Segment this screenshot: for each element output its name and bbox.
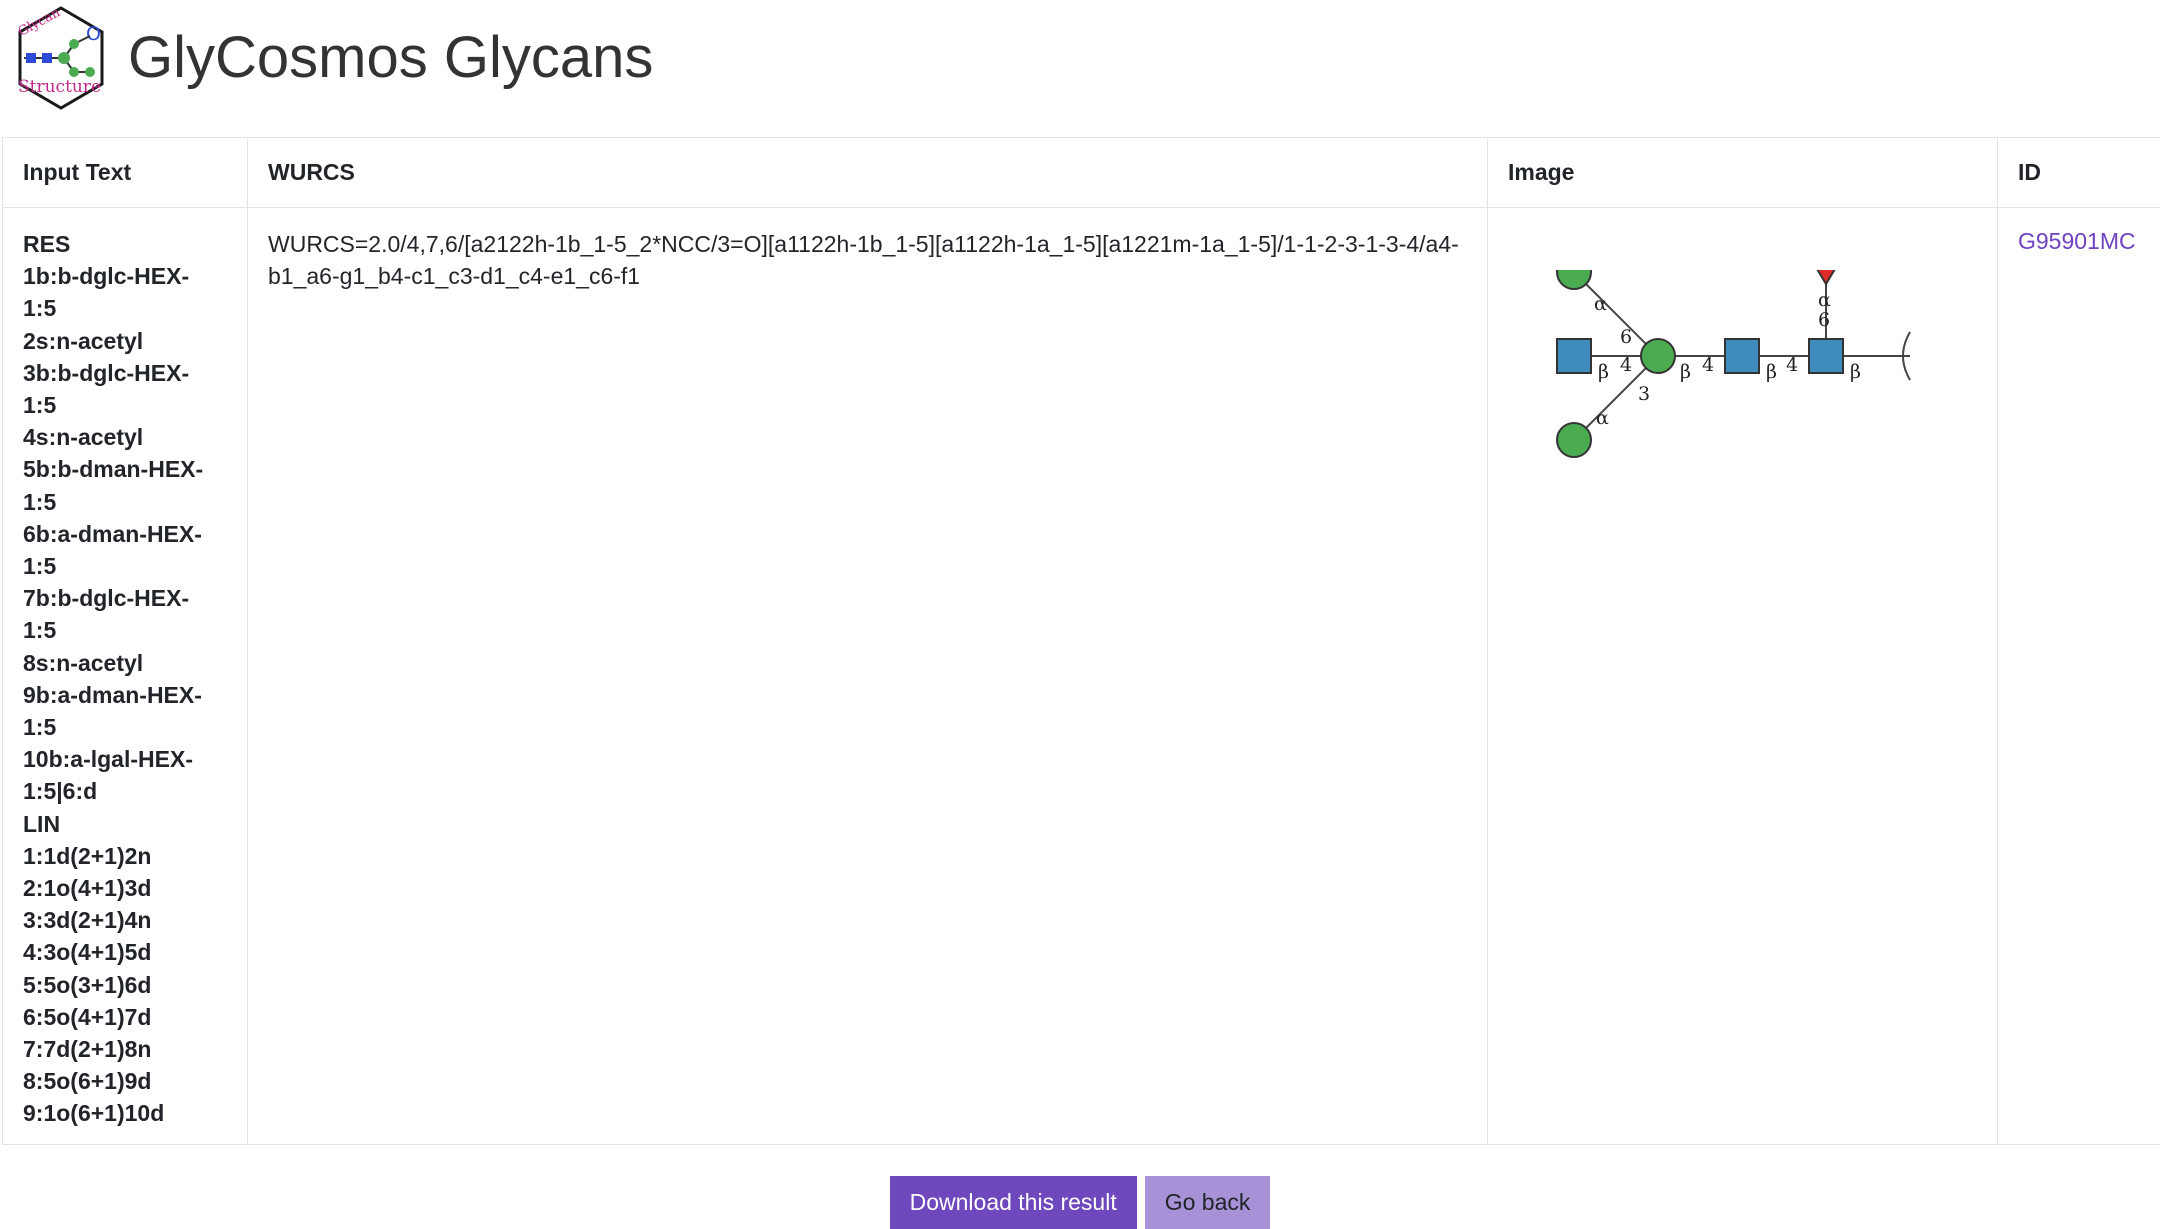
- column-header-input-text: Input Text: [3, 138, 248, 208]
- linkage-label: 4: [1620, 354, 1632, 376]
- input-text-line: 4:3o(4+1)5d: [23, 936, 227, 968]
- linkage-label: 6: [1620, 326, 1632, 348]
- input-text-line: 3:3d(2+1)4n: [23, 904, 227, 936]
- input-text-line: 6:5o(4+1)7d: [23, 1001, 227, 1033]
- input-text-line: 1b:b-dglc-HEX-: [23, 260, 227, 292]
- input-text-line: 7:7d(2+1)8n: [23, 1033, 227, 1065]
- input-text-cell: RES 1b:b-dglc-HEX- 1:5 2s:n-acetyl 3b:b-…: [3, 208, 248, 1145]
- input-text-line: RES: [23, 228, 227, 260]
- input-text-line: 2:1o(4+1)3d: [23, 872, 227, 904]
- logo-letter: O: [86, 23, 101, 45]
- input-text-line: 1:5: [23, 550, 227, 582]
- id-cell: G95901MC: [1998, 208, 2160, 1145]
- glytoucan-id-link[interactable]: G95901MC: [2018, 228, 2136, 254]
- input-text-line: 5b:b-dman-HEX-: [23, 453, 227, 485]
- input-text-line: 1:5|6:d: [23, 775, 227, 807]
- linkage-label: α: [1594, 293, 1607, 315]
- table-header-row: Input Text WURCS Image ID: [3, 138, 2160, 208]
- glycan-structure-logo-icon[interactable]: Glycan O Structure: [16, 6, 106, 110]
- results-table: Input Text WURCS Image ID RES 1b:b-dglc-…: [2, 137, 2160, 1145]
- linkage-label: α: [1818, 289, 1831, 311]
- input-text-line: 1:5: [23, 614, 227, 646]
- column-header-id: ID: [1998, 138, 2160, 208]
- linkage-label: 4: [1702, 354, 1714, 376]
- input-text-line: 4s:n-acetyl: [23, 421, 227, 453]
- input-text-line: 8s:n-acetyl: [23, 647, 227, 679]
- logo-text-top: Glycan: [16, 6, 63, 40]
- logo-text-bottom: Structure: [18, 77, 101, 97]
- input-text-line: 8:5o(6+1)9d: [23, 1065, 227, 1097]
- wurcs-cell: WURCS=2.0/4,7,6/[a2122h-1b_1-5_2*NCC/3=O…: [248, 208, 1488, 1145]
- linkage-label: α: [1596, 407, 1609, 429]
- linkage-label: 4: [1786, 354, 1798, 376]
- input-text-line: 6b:a-dman-HEX-: [23, 518, 227, 550]
- wurcs-string: WURCS=2.0/4,7,6/[a2122h-1b_1-5_2*NCC/3=O…: [268, 228, 1467, 292]
- page-header: Glycan O Structure GlyCosmos Glycans: [0, 0, 2160, 124]
- input-text-line: 1:1d(2+1)2n: [23, 840, 227, 872]
- linkage-label: β: [1598, 361, 1609, 383]
- linkage-label: β: [1680, 361, 1691, 383]
- page-title: GlyCosmos Glycans: [128, 22, 653, 94]
- table-row: RES 1b:b-dglc-HEX- 1:5 2s:n-acetyl 3b:b-…: [3, 208, 2160, 1145]
- input-text-line: 5:5o(3+1)6d: [23, 969, 227, 1001]
- download-result-button[interactable]: Download this result: [890, 1176, 1137, 1229]
- column-header-image: Image: [1488, 138, 1998, 208]
- linkage-label: β: [1850, 361, 1861, 383]
- input-text-line: 1:5: [23, 389, 227, 421]
- glycan-snfg-structure-image: α 6 β 4 3 α β 4 β 4 β α 6: [1540, 270, 1940, 490]
- input-text-line: 3b:b-dglc-HEX-: [23, 357, 227, 389]
- input-text-line: 10b:a-lgal-HEX-: [23, 743, 227, 775]
- input-text-line: 7b:b-dglc-HEX-: [23, 582, 227, 614]
- input-text-line: 9b:a-dman-HEX-: [23, 679, 227, 711]
- input-text-line: 2s:n-acetyl: [23, 325, 227, 357]
- action-bar: Download this result Go back: [0, 1176, 2160, 1229]
- linkage-label: β: [1766, 361, 1777, 383]
- column-header-wurcs: WURCS: [248, 138, 1488, 208]
- input-text-line: 1:5: [23, 486, 227, 518]
- go-back-button[interactable]: Go back: [1145, 1176, 1271, 1229]
- input-text-line: 1:5: [23, 292, 227, 324]
- linkage-label: 6: [1818, 309, 1830, 331]
- image-cell: α 6 β 4 3 α β 4 β 4 β α 6: [1488, 208, 1998, 1145]
- input-text-line: LIN: [23, 808, 227, 840]
- input-text-line: 1:5: [23, 711, 227, 743]
- input-text-line: 9:1o(6+1)10d: [23, 1097, 227, 1129]
- linkage-label: 3: [1638, 383, 1650, 405]
